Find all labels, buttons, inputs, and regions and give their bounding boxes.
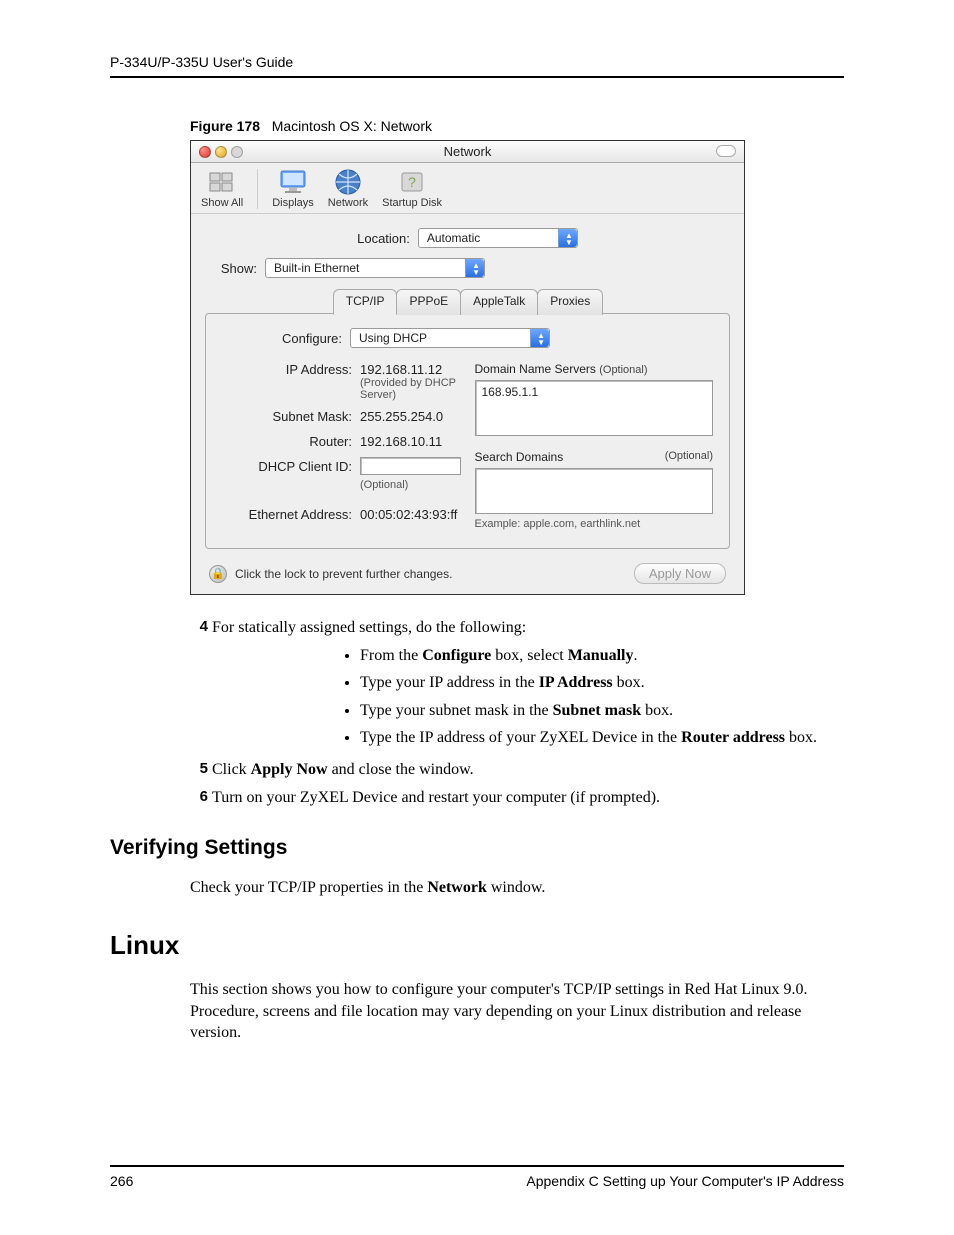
- toolbar: Show All Displays Network ? Startup Disk: [191, 163, 744, 214]
- show-value: Built-in Ethernet: [274, 261, 359, 275]
- toolbar-show-all[interactable]: Show All: [201, 167, 243, 209]
- toolbar-network-label: Network: [328, 197, 368, 209]
- show-label: Show:: [211, 261, 257, 276]
- bullet-4: Type the IP address of your ZyXEL Device…: [360, 727, 844, 749]
- tab-tcpip[interactable]: TCP/IP: [333, 289, 398, 315]
- dhcp-client-id-label: DHCP Client ID:: [222, 459, 352, 474]
- step-5: 5 Click Apply Now and close the window.: [190, 759, 844, 781]
- toolbar-show-all-label: Show All: [201, 197, 243, 209]
- search-domains-input[interactable]: [475, 468, 714, 514]
- lock-text: Click the lock to prevent further change…: [235, 567, 452, 581]
- apply-now-button[interactable]: Apply Now: [634, 563, 726, 584]
- svg-text:?: ?: [408, 174, 416, 190]
- search-domains-label: Search Domains: [475, 450, 564, 464]
- search-domains-optional-label: (Optional): [665, 450, 713, 464]
- location-value: Automatic: [427, 231, 480, 245]
- step-6: 6 Turn on your ZyXEL Device and restart …: [190, 787, 844, 809]
- linux-paragraph: This section shows you how to configure …: [190, 979, 844, 1044]
- router-label: Router:: [222, 434, 352, 449]
- ip-address-value: 192.168.11.12: [360, 362, 461, 377]
- verifying-heading: Verifying Settings: [110, 834, 844, 862]
- dns-optional-label: (Optional): [599, 364, 647, 376]
- step-4: 4 For statically assigned settings, do t…: [190, 617, 844, 639]
- toolbar-network[interactable]: Network: [328, 167, 368, 209]
- dhcp-optional-label: (Optional): [360, 479, 461, 491]
- dhcp-client-id-input[interactable]: [360, 457, 461, 475]
- location-select[interactable]: Automatic ▲▼: [418, 228, 578, 248]
- figure-number: Figure 178: [190, 118, 260, 134]
- titlebar: Network: [191, 141, 744, 163]
- linux-heading: Linux: [110, 928, 844, 963]
- show-select[interactable]: Built-in Ethernet ▲▼: [265, 258, 485, 278]
- chevron-updown-icon: ▲▼: [472, 262, 480, 276]
- page-number: 266: [110, 1173, 133, 1189]
- ethernet-address-value: 00:05:02:43:93:ff: [360, 507, 461, 522]
- chevron-updown-icon: ▲▼: [565, 232, 573, 246]
- bullet-1: From the Configure box, select Manually.: [360, 645, 844, 667]
- tab-appletalk[interactable]: AppleTalk: [460, 289, 538, 315]
- dns-servers-input[interactable]: 168.95.1.1: [475, 380, 714, 436]
- running-header: P-334U/P-335U User's Guide: [110, 54, 844, 78]
- network-window: Network Show All Displays Net: [190, 140, 745, 595]
- tab-pppoe[interactable]: PPPoE: [396, 289, 461, 315]
- figure-title: Macintosh OS X: Network: [272, 118, 432, 134]
- tab-proxies[interactable]: Proxies: [537, 289, 603, 315]
- toolbar-displays-label: Displays: [272, 197, 314, 209]
- configure-label: Configure:: [222, 331, 342, 346]
- verifying-text: Check your TCP/IP properties in the Netw…: [190, 877, 844, 899]
- ip-provided-label: (Provided by DHCP Server): [360, 377, 461, 401]
- dns-value: 168.95.1.1: [482, 385, 539, 399]
- toolbar-displays[interactable]: Displays: [272, 167, 314, 209]
- ip-address-label: IP Address:: [222, 362, 352, 377]
- chevron-updown-icon: ▲▼: [537, 332, 545, 346]
- lock-icon: 🔒: [209, 565, 227, 583]
- search-domains-example: Example: apple.com, earthlink.net: [475, 518, 714, 530]
- toolbar-toggle-icon[interactable]: [716, 145, 736, 157]
- dns-servers-label: Domain Name Servers: [475, 362, 596, 376]
- subnet-mask-value: 255.255.254.0: [360, 409, 461, 424]
- location-label: Location:: [357, 231, 410, 246]
- toolbar-startup-label: Startup Disk: [382, 197, 442, 209]
- displays-icon: [276, 167, 310, 197]
- network-icon: [331, 167, 365, 197]
- show-all-icon: [205, 167, 239, 197]
- bullet-2: Type your IP address in the IP Address b…: [360, 672, 844, 694]
- bullet-3: Type your subnet mask in the Subnet mask…: [360, 700, 844, 722]
- startup-disk-icon: ?: [395, 167, 429, 197]
- toolbar-divider: [257, 169, 258, 209]
- router-value: 192.168.10.11: [360, 434, 461, 449]
- figure-caption: Figure 178 Macintosh OS X: Network: [190, 118, 844, 134]
- footer-text: Appendix C Setting up Your Computer's IP…: [526, 1173, 844, 1189]
- subnet-mask-label: Subnet Mask:: [222, 409, 352, 424]
- lock-control[interactable]: 🔒 Click the lock to prevent further chan…: [209, 565, 452, 583]
- window-title: Network: [191, 144, 744, 159]
- configure-value: Using DHCP: [359, 331, 427, 345]
- toolbar-startup-disk[interactable]: ? Startup Disk: [382, 167, 442, 209]
- configure-select[interactable]: Using DHCP ▲▼: [350, 328, 550, 348]
- ethernet-address-label: Ethernet Address:: [222, 507, 352, 522]
